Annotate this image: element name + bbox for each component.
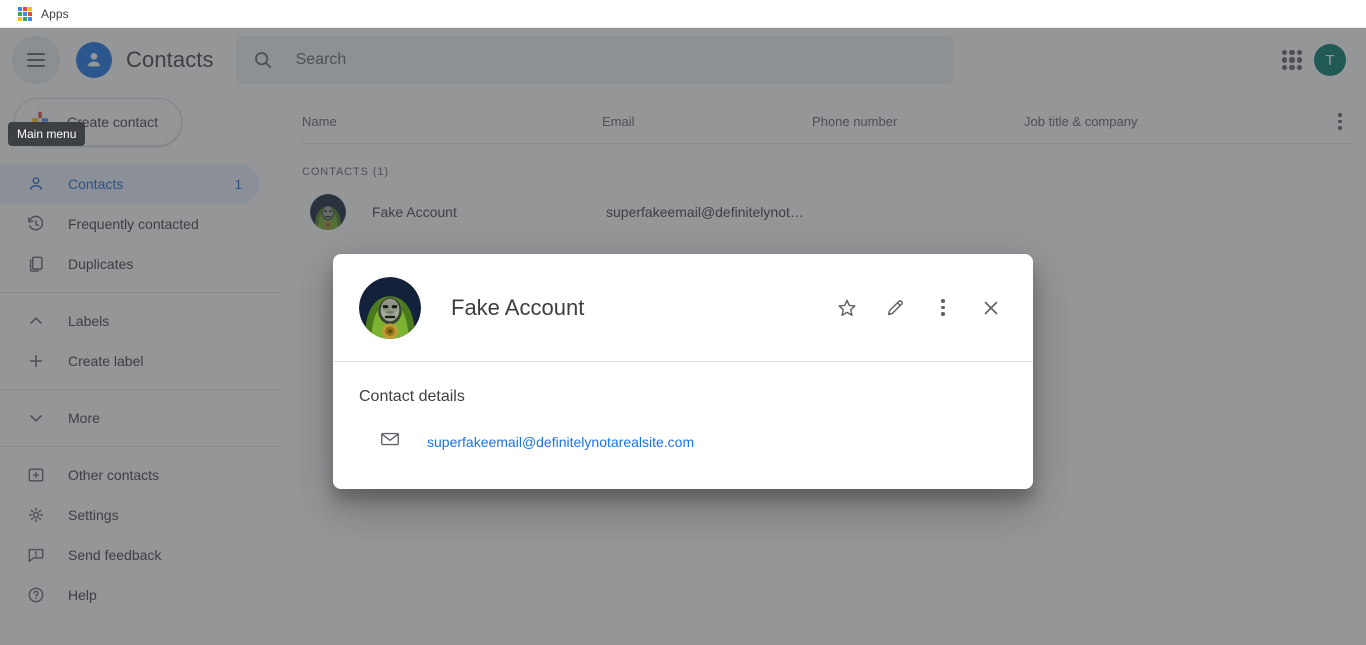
star-outline-icon [838, 299, 856, 316]
bookmark-label: Apps [41, 6, 69, 21]
contact-email-link[interactable]: superfakeemail@definitelynotarealsite.co… [427, 434, 694, 450]
more-options-button[interactable] [925, 290, 961, 326]
envelope-icon [379, 428, 401, 455]
contact-detail-dialog: Fake Account Contact details superfakeem… [333, 254, 1033, 489]
dialog-actions [829, 290, 1009, 326]
favorite-button[interactable] [829, 290, 865, 326]
close-button[interactable] [973, 290, 1009, 326]
close-x-icon [984, 301, 998, 314]
dialog-header: Fake Account [333, 254, 1033, 362]
bookmark-apps[interactable]: Apps [12, 5, 75, 23]
pencil-icon [887, 299, 903, 315]
avatar [359, 276, 421, 339]
browser-bookmark-bar: Apps [0, 0, 1366, 28]
edit-button[interactable] [877, 290, 913, 326]
vertical-dots-icon [941, 299, 945, 316]
google-apps-grid-icon [18, 6, 32, 21]
contact-details-heading: Contact details [359, 388, 465, 405]
detail-row-email: superfakeemail@definitelynotarealsite.co… [359, 428, 1007, 455]
dialog-body: Contact details superfakeemail@definitel… [333, 362, 1033, 489]
dialog-title: Fake Account [451, 294, 585, 320]
main-menu-tooltip: Main menu [8, 122, 86, 146]
contacts-app: Contacts T [0, 28, 1366, 645]
